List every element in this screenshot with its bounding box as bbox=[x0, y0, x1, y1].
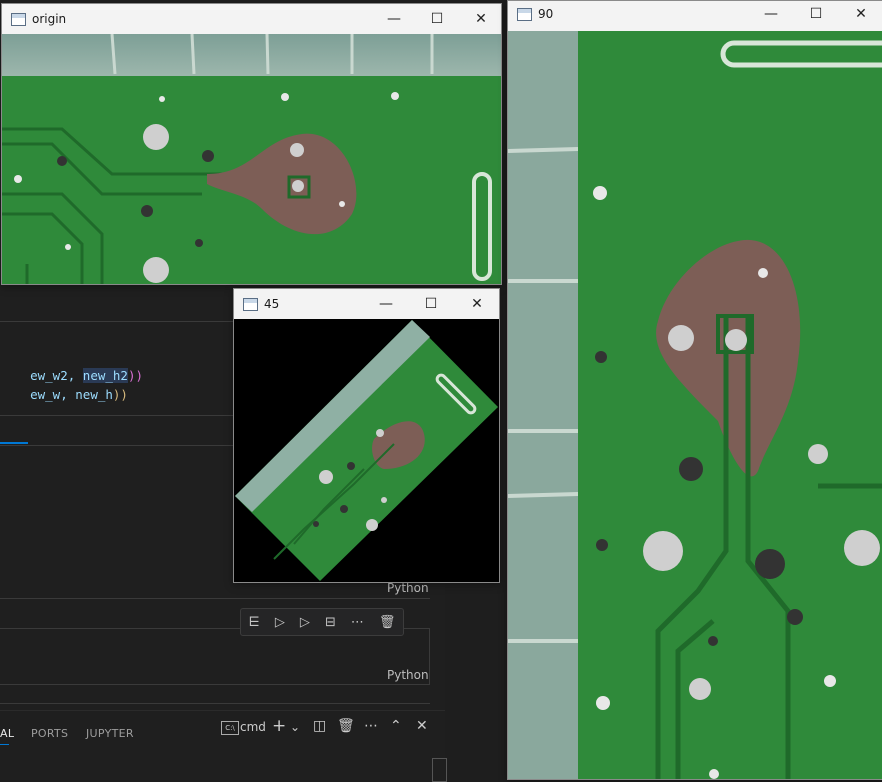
pcb-image bbox=[2, 34, 501, 284]
minimize-button[interactable]: — bbox=[760, 3, 782, 25]
image-view bbox=[234, 319, 499, 582]
code-token: new_h bbox=[75, 387, 113, 402]
close-button[interactable]: ✕ bbox=[470, 8, 492, 30]
code-token: ew_w, bbox=[30, 387, 76, 402]
app-icon bbox=[11, 13, 26, 26]
window-rotated-90[interactable]: 90 — ☐ ✕ bbox=[507, 0, 882, 780]
more-icon[interactable]: ⋯ bbox=[364, 718, 378, 734]
code-token-paren: )) bbox=[112, 387, 128, 402]
pcb-image-rotated-90 bbox=[508, 31, 882, 779]
cell-toolbar: ⋿ ▷ ▷ ⊟ ⋯ 🗑 bbox=[240, 608, 404, 636]
image-view bbox=[508, 31, 882, 779]
window-origin[interactable]: origin — ☐ ✕ bbox=[1, 3, 502, 285]
code-line[interactable]: ew_w, new_h)) bbox=[0, 372, 128, 417]
app-icon bbox=[517, 8, 532, 21]
run-cell-icon[interactable]: ▷ bbox=[275, 615, 285, 630]
window-title: origin bbox=[32, 12, 67, 26]
cell-separator bbox=[0, 703, 430, 704]
more-icon[interactable]: ⋯ bbox=[351, 615, 364, 630]
close-panel-icon[interactable]: ✕ bbox=[416, 718, 428, 734]
titlebar[interactable]: 45 — ☐ ✕ bbox=[234, 289, 499, 319]
split-terminal-icon[interactable]: ◫ bbox=[313, 718, 326, 734]
split-cell-icon[interactable]: ⊟ bbox=[325, 615, 336, 630]
image-view bbox=[2, 34, 501, 284]
run-below-icon[interactable]: ▷ bbox=[300, 615, 310, 630]
chevron-down-icon[interactable]: ⌄ bbox=[290, 720, 300, 734]
chevron-up-icon[interactable]: ⌃ bbox=[390, 718, 402, 734]
window-rotated-45[interactable]: 45 — ☐ ✕ bbox=[233, 288, 500, 583]
trash-icon[interactable]: 🗑 bbox=[337, 718, 355, 734]
pcb-image-rotated bbox=[235, 320, 498, 581]
titlebar[interactable]: 90 — ☐ ✕ bbox=[508, 1, 882, 29]
cell-separator bbox=[0, 598, 430, 599]
tab-ports[interactable]: PORTS bbox=[31, 727, 68, 740]
tab-jupyter[interactable]: JUPYTER bbox=[86, 727, 134, 740]
maximize-button[interactable]: ☐ bbox=[420, 293, 442, 315]
maximize-button[interactable]: ☐ bbox=[805, 3, 827, 25]
close-button[interactable]: ✕ bbox=[466, 293, 488, 315]
terminal-name[interactable]: cmd bbox=[240, 720, 266, 734]
app-icon bbox=[243, 298, 258, 311]
minimize-button[interactable]: — bbox=[383, 8, 405, 30]
active-tab-underline bbox=[0, 744, 9, 745]
maximize-button[interactable]: ☐ bbox=[426, 8, 448, 30]
window-title: 45 bbox=[264, 297, 280, 311]
minimize-button[interactable]: — bbox=[375, 293, 397, 315]
add-terminal-icon[interactable]: + bbox=[272, 716, 286, 736]
delete-icon[interactable]: 🗑 bbox=[379, 615, 396, 630]
output-progress-bar bbox=[0, 442, 28, 444]
code-token-paren: )) bbox=[127, 368, 144, 383]
run-above-icon[interactable]: ⋿ bbox=[249, 615, 260, 630]
terminal-icon: C:\ bbox=[221, 721, 239, 735]
tab-terminal[interactable]: AL bbox=[0, 727, 14, 740]
code-cell[interactable] bbox=[0, 628, 430, 685]
close-button[interactable]: ✕ bbox=[850, 3, 872, 25]
titlebar[interactable]: origin — ☐ ✕ bbox=[2, 4, 501, 34]
window-title: 90 bbox=[538, 7, 554, 21]
scroll-thumb[interactable] bbox=[432, 758, 447, 782]
cell-language-label[interactable]: Python bbox=[387, 581, 429, 595]
cell-language-label[interactable]: Python bbox=[387, 668, 429, 682]
